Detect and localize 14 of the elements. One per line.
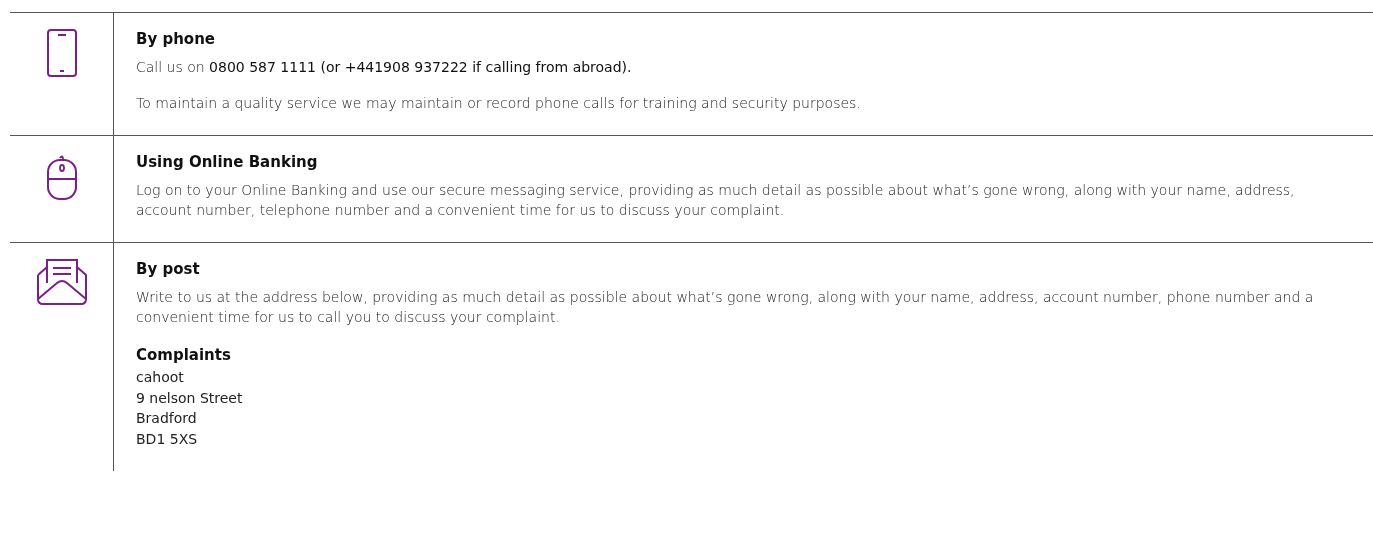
paragraph: Write to us at the address below, providing as much detail as possible about what’s gone wrong, along with your name, address, account number, phone number and a convenient time for us to call you to discuss your complaint. xyxy=(136,288,1315,327)
paragraph: Call us on 0800 587 1111 (or +441908 937222 if calling from abroad). xyxy=(136,58,633,77)
address-line: 9 nelson Street xyxy=(136,388,244,408)
method-title: By post xyxy=(136,259,201,280)
envelope-icon xyxy=(36,259,87,305)
paragraph: To maintain a quality service we may maintain or record phone calls for training and security purposes. xyxy=(136,94,862,113)
address-line: BD1 5XS xyxy=(136,429,199,449)
method-title: By phone xyxy=(136,29,216,50)
address-line: cahoot xyxy=(136,368,185,387)
address-line: Bradford xyxy=(136,409,198,428)
method-title: Using Online Banking xyxy=(136,152,319,173)
phone-icon xyxy=(46,29,77,77)
address-heading: Complaints xyxy=(136,345,232,366)
paragraph: Log on to your Online Banking and use our secure messaging service, providing as much detail as possible about what’s gone wrong, along with your name, address, account number, telephone number and a convenient time for us to discuss your complaint. xyxy=(136,181,1296,220)
